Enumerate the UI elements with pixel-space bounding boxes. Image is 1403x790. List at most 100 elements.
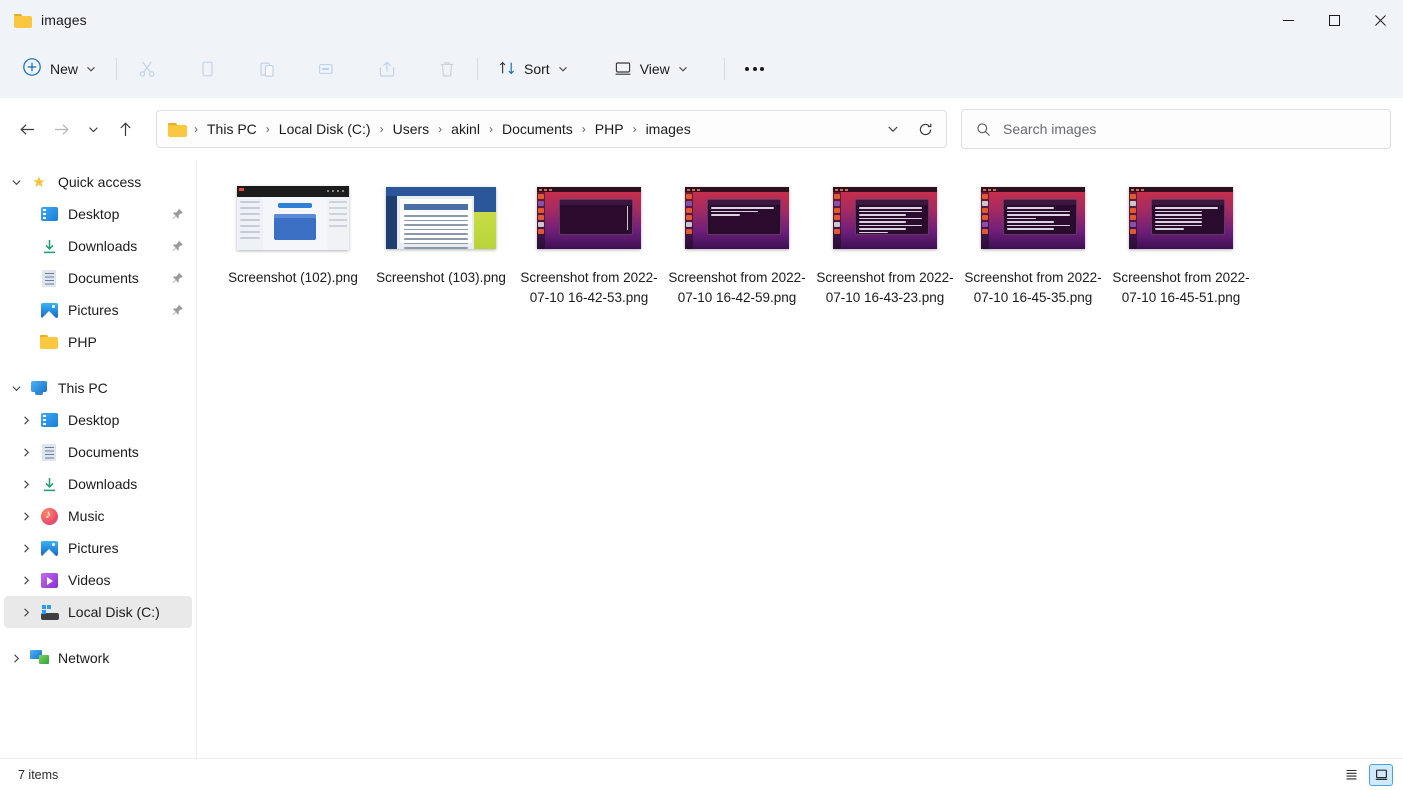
breadcrumb-item-images[interactable]: images xyxy=(640,117,697,141)
music-icon xyxy=(38,507,60,525)
chevron-right-icon[interactable] xyxy=(14,447,38,458)
back-button[interactable] xyxy=(10,112,44,146)
file-item[interactable]: Screenshot from 2022-07-10 16-43-23.png xyxy=(811,174,959,318)
pin-icon xyxy=(171,272,184,285)
minimize-button[interactable] xyxy=(1265,0,1311,40)
chevron-right-icon[interactable] xyxy=(14,607,38,618)
sidebar-item-documents[interactable]: Documents xyxy=(4,262,192,294)
file-item[interactable]: Screenshot from 2022-07-10 16-45-51.png xyxy=(1107,174,1255,318)
file-item[interactable]: Screenshot (103).png xyxy=(367,174,515,318)
network-icon xyxy=(28,650,50,666)
new-button[interactable]: New xyxy=(14,52,106,86)
sidebar-label: Local Disk (C:) xyxy=(68,604,160,620)
pc-icon xyxy=(28,380,50,396)
sidebar-item-videos[interactable]: Videos xyxy=(4,564,192,596)
refresh-button[interactable] xyxy=(910,114,940,144)
sidebar-item-pictures[interactable]: Pictures xyxy=(4,294,192,326)
sidebar-label: This PC xyxy=(58,380,108,396)
chevron-right-icon[interactable] xyxy=(14,543,38,554)
sort-button-label: Sort xyxy=(524,61,550,77)
thumbnail xyxy=(1121,180,1241,256)
sort-arrows-icon xyxy=(498,59,516,80)
ubuntu-screenshot-thumbnail xyxy=(1129,187,1233,249)
cut-button[interactable] xyxy=(127,51,167,87)
close-button[interactable] xyxy=(1357,0,1403,40)
breadcrumb-separator: › xyxy=(438,122,443,136)
video-icon xyxy=(38,572,60,588)
copy-button[interactable] xyxy=(187,51,227,87)
file-item[interactable]: Screenshot (102).png xyxy=(219,174,367,318)
paste-button[interactable] xyxy=(247,51,287,87)
thumbnail xyxy=(529,180,649,256)
breadcrumb-item-local-disk[interactable]: Local Disk (C:) xyxy=(273,117,377,141)
chevron-down-icon xyxy=(86,64,96,74)
chevron-right-icon[interactable] xyxy=(14,575,38,586)
address-dropdown-button[interactable] xyxy=(878,114,908,144)
ubuntu-screenshot-thumbnail xyxy=(833,187,937,249)
search-box[interactable] xyxy=(961,109,1391,149)
sidebar-label: Documents xyxy=(68,444,139,460)
file-item[interactable]: Screenshot from 2022-07-10 16-42-59.png xyxy=(663,174,811,318)
search-input[interactable] xyxy=(1003,121,1376,137)
chevron-down-icon[interactable] xyxy=(4,383,28,394)
up-button[interactable] xyxy=(108,112,142,146)
file-grid: Screenshot (102).png Screenshot (103).pn… xyxy=(219,174,1393,318)
view-button[interactable]: View xyxy=(604,52,698,86)
sidebar-item-music[interactable]: Music xyxy=(4,500,192,532)
title-bar: images xyxy=(0,0,1403,40)
breadcrumb-item-akinl[interactable]: akinl xyxy=(445,117,486,141)
large-icons-view-button[interactable] xyxy=(1369,763,1393,786)
address-bar-row: › This PC › Local Disk (C:) › Users › ak… xyxy=(0,98,1403,160)
sidebar-label: Quick access xyxy=(58,174,142,190)
window-controls xyxy=(1265,0,1403,40)
share-button[interactable] xyxy=(367,51,407,87)
delete-button[interactable] xyxy=(427,51,467,87)
sidebar-item-local-disk[interactable]: Local Disk (C:) xyxy=(4,596,192,628)
breadcrumb-item-documents[interactable]: Documents xyxy=(496,117,579,141)
sidebar-group-quick-access[interactable]: ★ Quick access xyxy=(4,166,192,198)
file-explorer-window: images New Sort View › This PC › Local D… xyxy=(0,0,1403,790)
file-name: Screenshot from 2022-07-10 16-43-23.png xyxy=(816,270,954,305)
sidebar-group-this-pc[interactable]: This PC xyxy=(4,372,192,404)
breadcrumb: › This PC › Local Disk (C:) › Users › ak… xyxy=(165,111,878,147)
recent-locations-button[interactable] xyxy=(78,112,108,146)
rename-button[interactable] xyxy=(307,51,347,87)
thumbnail xyxy=(973,180,1093,256)
new-button-label: New xyxy=(50,61,79,77)
sort-button[interactable]: Sort xyxy=(488,52,578,86)
address-bar[interactable]: › This PC › Local Disk (C:) › Users › ak… xyxy=(156,110,947,148)
chevron-down-icon[interactable] xyxy=(4,177,28,188)
chevron-right-icon[interactable] xyxy=(14,415,38,426)
pin-icon xyxy=(171,304,184,317)
sidebar-label: Desktop xyxy=(68,412,120,428)
breadcrumb-separator: › xyxy=(632,122,637,136)
sidebar-label: Desktop xyxy=(68,206,120,222)
chevron-right-icon[interactable] xyxy=(14,479,38,490)
clipboard-actions xyxy=(127,51,467,87)
breadcrumb-item-users[interactable]: Users xyxy=(387,117,436,141)
sidebar-item-documents-pc[interactable]: Documents xyxy=(4,436,192,468)
sidebar-item-desktop-pc[interactable]: Desktop xyxy=(4,404,192,436)
ubuntu-screenshot-thumbnail xyxy=(981,187,1085,249)
maximize-button[interactable] xyxy=(1311,0,1357,40)
file-item[interactable]: Screenshot from 2022-07-10 16-45-35.png xyxy=(959,174,1107,318)
chevron-right-icon[interactable] xyxy=(14,511,38,522)
sidebar-item-desktop[interactable]: Desktop xyxy=(4,198,192,230)
chevron-right-icon[interactable] xyxy=(4,653,28,664)
file-name: Screenshot (103).png xyxy=(376,270,506,285)
view-toggle-group xyxy=(1339,763,1393,786)
sidebar-item-pictures-pc[interactable]: Pictures xyxy=(4,532,192,564)
details-view-button[interactable] xyxy=(1339,764,1363,786)
file-list-area[interactable]: Screenshot (102).png Screenshot (103).pn… xyxy=(197,160,1403,758)
address-bar-actions xyxy=(878,114,940,144)
breadcrumb-item-this-pc[interactable]: This PC xyxy=(201,117,263,141)
breadcrumb-item-php[interactable]: PHP xyxy=(589,117,630,141)
sidebar-item-php[interactable]: PHP xyxy=(4,326,192,358)
see-more-button[interactable] xyxy=(735,52,775,86)
file-name: Screenshot from 2022-07-10 16-42-53.png xyxy=(520,270,658,305)
sidebar-item-downloads[interactable]: Downloads xyxy=(4,230,192,262)
file-item[interactable]: Screenshot from 2022-07-10 16-42-53.png xyxy=(515,174,663,318)
sidebar-group-network[interactable]: Network xyxy=(4,642,192,674)
sidebar-item-downloads-pc[interactable]: Downloads xyxy=(4,468,192,500)
forward-button[interactable] xyxy=(44,112,78,146)
